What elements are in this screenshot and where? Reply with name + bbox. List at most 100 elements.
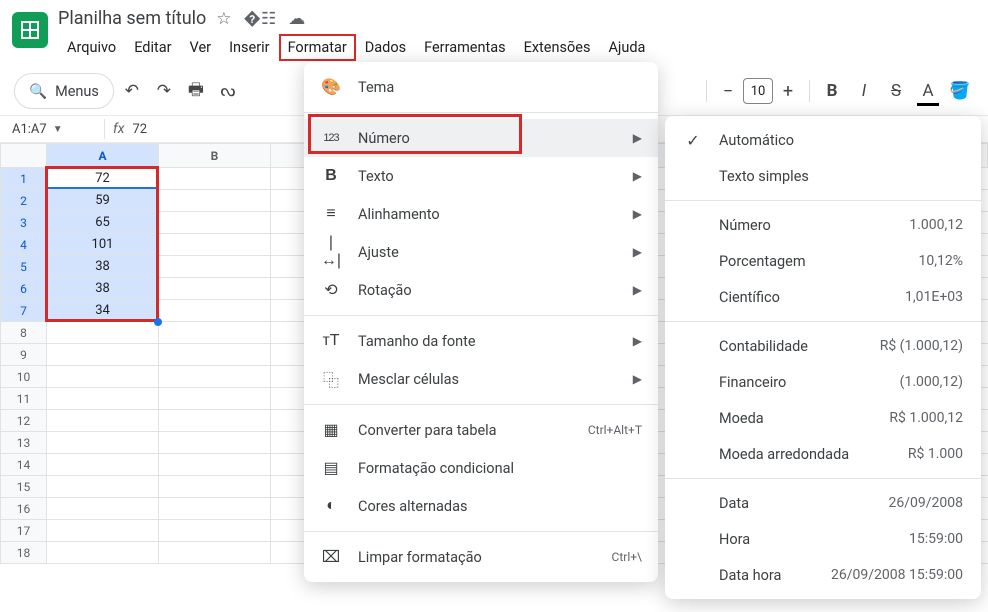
cell[interactable] xyxy=(159,344,271,366)
cell[interactable] xyxy=(47,476,159,498)
menu-extensões[interactable]: Extensões xyxy=(515,34,600,61)
submenu-item[interactable]: ContabilidadeR$ (1.000,12) xyxy=(665,328,981,364)
menu-item[interactable]: ⟲Rotação▶ xyxy=(304,271,658,309)
row-header[interactable]: 2 xyxy=(1,190,47,212)
submenu-item[interactable]: Número1.000,12 xyxy=(665,207,981,243)
menu-inserir[interactable]: Inserir xyxy=(220,34,278,61)
fontsize-value[interactable]: 10 xyxy=(743,78,773,104)
menu-dados[interactable]: Dados xyxy=(356,34,415,61)
cell[interactable] xyxy=(159,168,271,190)
menu-arquivo[interactable]: Arquivo xyxy=(58,34,125,61)
menu-item[interactable]: BTexto▶ xyxy=(304,157,658,195)
cell[interactable]: 101 xyxy=(47,234,159,256)
submenu-item[interactable]: Data26/09/2008 xyxy=(665,485,981,521)
cell[interactable] xyxy=(47,454,159,476)
fillcolor-button[interactable]: 🪣 xyxy=(946,77,974,105)
cell[interactable] xyxy=(159,366,271,388)
cell[interactable] xyxy=(159,234,271,256)
menu-item[interactable]: ▤Formatação condicional xyxy=(304,449,658,487)
menu-item[interactable]: ≡Alinhamento▶ xyxy=(304,195,658,233)
cell[interactable] xyxy=(159,190,271,212)
cell[interactable] xyxy=(159,388,271,410)
row-header[interactable]: 5 xyxy=(1,256,47,278)
row-header[interactable]: 9 xyxy=(1,344,47,366)
row-header[interactable]: 4 xyxy=(1,234,47,256)
cell[interactable] xyxy=(159,256,271,278)
menu-item[interactable]: тTTamanho da fonte▶ xyxy=(304,322,658,360)
submenu-item[interactable]: Texto simples xyxy=(665,158,981,194)
row-header[interactable]: 1 xyxy=(1,168,47,190)
cell[interactable] xyxy=(47,432,159,454)
menu-editar[interactable]: Editar xyxy=(125,34,180,61)
bold-button[interactable]: B xyxy=(818,77,846,105)
row-header[interactable]: 16 xyxy=(1,498,47,520)
undo-icon[interactable]: ↶ xyxy=(118,77,146,105)
submenu-item[interactable]: MoedaR$ 1.000,12 xyxy=(665,400,981,436)
cell[interactable] xyxy=(47,366,159,388)
row-header[interactable]: 8 xyxy=(1,322,47,344)
cell[interactable] xyxy=(159,410,271,432)
cell[interactable]: 38 xyxy=(47,278,159,300)
menu-item[interactable]: ⿻Mesclar células▶ xyxy=(304,360,658,398)
fontsize-stepper[interactable]: − 10 + xyxy=(715,78,801,104)
menu-item[interactable]: ⌧Limpar formataçãoCtrl+\ xyxy=(304,538,658,576)
menu-ferramentas[interactable]: Ferramentas xyxy=(415,34,515,61)
redo-icon[interactable]: ↷ xyxy=(150,77,178,105)
submenu-item[interactable]: Financeiro(1.000,12) xyxy=(665,364,981,400)
cell[interactable] xyxy=(159,454,271,476)
submenu-item[interactable]: Moeda arredondadaR$ 1.000 xyxy=(665,436,981,472)
star-icon[interactable]: ☆ xyxy=(216,9,231,29)
row-header[interactable]: 6 xyxy=(1,278,47,300)
cell[interactable] xyxy=(159,498,271,520)
cell[interactable]: 59 xyxy=(47,190,159,212)
cell[interactable]: 72 xyxy=(47,168,159,190)
row-header[interactable]: 12 xyxy=(1,410,47,432)
row-header[interactable]: 13 xyxy=(1,432,47,454)
formula-value[interactable]: 72 xyxy=(132,122,147,137)
menu-item[interactable]: |↔|Ajuste▶ xyxy=(304,233,658,271)
cell[interactable] xyxy=(159,300,271,322)
cloud-icon[interactable]: ☁ xyxy=(288,9,305,29)
menu-item[interactable]: 123Número▶ xyxy=(304,119,658,157)
cell[interactable] xyxy=(47,498,159,520)
menu-ver[interactable]: Ver xyxy=(181,34,221,61)
row-header[interactable]: 17 xyxy=(1,520,47,542)
submenu-item[interactable]: Porcentagem10,12% xyxy=(665,243,981,279)
submenu-item[interactable]: Científico1,01E+03 xyxy=(665,279,981,315)
paintformat-icon[interactable]: ᔓ xyxy=(214,77,242,105)
col-header-B[interactable]: B xyxy=(159,144,271,168)
cell[interactable] xyxy=(47,344,159,366)
menus-pill[interactable]: 🔍 Menus xyxy=(14,73,114,109)
menu-item[interactable]: ▦Converter para tabelaCtrl+Alt+T xyxy=(304,411,658,449)
sheets-logo[interactable] xyxy=(12,12,48,48)
cell[interactable] xyxy=(159,432,271,454)
menu-formatar[interactable]: Formatar xyxy=(279,34,356,61)
textcolor-button[interactable]: A xyxy=(914,77,942,105)
row-header[interactable]: 3 xyxy=(1,212,47,234)
cell[interactable] xyxy=(47,520,159,542)
cell[interactable] xyxy=(47,410,159,432)
submenu-item[interactable]: ✓Automático xyxy=(665,122,981,158)
cell[interactable]: 65 xyxy=(47,212,159,234)
menu-item[interactable]: 🎨Tema xyxy=(304,68,658,106)
row-header[interactable]: 10 xyxy=(1,366,47,388)
cell[interactable] xyxy=(47,322,159,344)
row-header[interactable]: 18 xyxy=(1,542,47,564)
row-header[interactable]: 7 xyxy=(1,300,47,322)
cell[interactable]: 38 xyxy=(47,256,159,278)
cell[interactable] xyxy=(159,278,271,300)
cell[interactable] xyxy=(47,388,159,410)
cell[interactable] xyxy=(159,476,271,498)
name-box[interactable]: A1:A7 ▼ xyxy=(6,122,96,137)
fontsize-plus[interactable]: + xyxy=(775,78,801,104)
print-icon[interactable]: 🖶 xyxy=(182,77,210,105)
fontsize-minus[interactable]: − xyxy=(715,78,741,104)
submenu-item[interactable]: Data hora26/09/2008 15:59:00 xyxy=(665,557,981,593)
cell[interactable] xyxy=(159,212,271,234)
strike-button[interactable]: S xyxy=(882,77,910,105)
menu-ajuda[interactable]: Ajuda xyxy=(599,34,654,61)
cell[interactable] xyxy=(47,542,159,564)
cell[interactable] xyxy=(159,322,271,344)
row-header[interactable]: 11 xyxy=(1,388,47,410)
row-header[interactable]: 15 xyxy=(1,476,47,498)
